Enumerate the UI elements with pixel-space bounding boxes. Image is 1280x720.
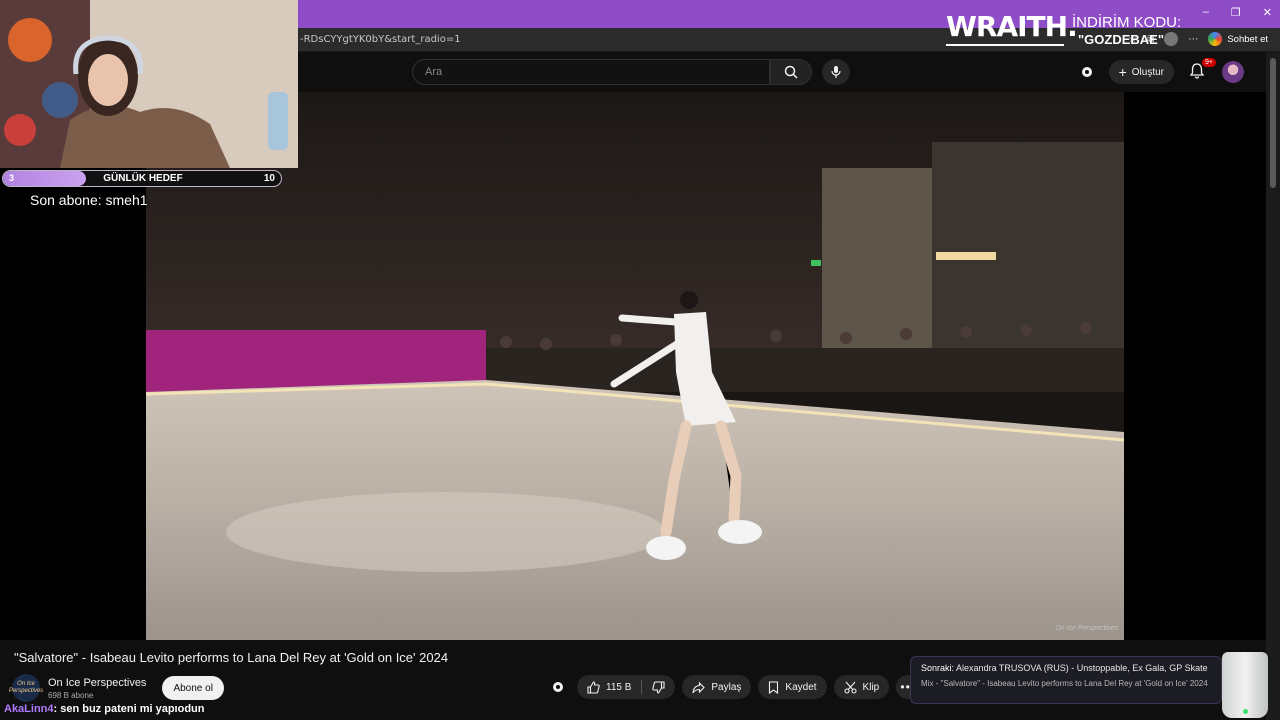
- cup-overlay-image: [1222, 652, 1268, 718]
- promo-code-label: İNDİRİM KODU:: [1072, 14, 1182, 31]
- promo-code: "GOZDEBAE": [1078, 32, 1164, 47]
- thumbs-down-icon: [652, 680, 665, 694]
- cup-indicator-light: [1243, 709, 1248, 714]
- channel-avatar[interactable]: On Ice Perspectives: [9, 674, 43, 702]
- channel-subscriber-count: 698 B abone: [48, 690, 94, 700]
- scrollbar-thumb[interactable]: [1270, 58, 1276, 188]
- search-icon: [784, 65, 798, 79]
- up-next-title-line: Sonraki: Alexandra TRUSOVA (RUS) - Unsto…: [921, 663, 1211, 673]
- video-actions: 115 B Paylaş Kaydet Klip •••: [546, 675, 921, 699]
- daily-goal-bar: 3 GÜNLÜK HEDEF 10: [2, 170, 282, 187]
- up-next-label: Sonraki:: [921, 663, 955, 673]
- save-button[interactable]: Kaydet: [758, 675, 827, 699]
- close-window-button[interactable]: ✕: [1263, 6, 1272, 19]
- account-avatar[interactable]: [1222, 61, 1244, 83]
- clip-label: Klip: [862, 681, 880, 693]
- video-title: "Salvatore" - Isabeau Levito performs to…: [14, 650, 449, 665]
- video-watermark: On Ice Perspectives: [1055, 625, 1118, 632]
- share-button[interactable]: Paylaş: [682, 675, 752, 699]
- webcam-overlay: [0, 0, 298, 168]
- bookmark-icon: [769, 680, 779, 694]
- search-button[interactable]: [770, 59, 812, 85]
- daily-goal-target: 10: [263, 173, 275, 184]
- share-icon: [692, 681, 706, 693]
- channel-name[interactable]: On Ice Perspectives: [48, 677, 146, 689]
- up-next-playlist: Mix - "Salvatore" - Isabeau Levito perfo…: [921, 679, 1208, 688]
- sponsor-promo: WRAITH. İNDİRİM KODU: "GOZDEBAE": [946, 10, 1246, 50]
- search-placeholder: Ara: [425, 66, 443, 78]
- header-actions: + Oluştur 9+: [1079, 58, 1244, 84]
- notification-badge: 9+: [1202, 58, 1216, 67]
- chat-username: AkaLinn4: [4, 703, 54, 715]
- page-scrollbar[interactable]: [1266, 52, 1280, 720]
- chat-text: : sen buz pateni mi yapıodun: [53, 703, 205, 715]
- video-frame[interactable]: On Ice Perspectives: [146, 92, 1124, 640]
- scissors-icon: [843, 681, 857, 694]
- like-button[interactable]: 115 B: [577, 675, 641, 699]
- share-label: Paylaş: [711, 681, 742, 693]
- sponsor-underline: [946, 44, 1064, 46]
- sponsor-logo: WRAITH.: [946, 10, 1078, 43]
- create-button[interactable]: + Oluştur: [1108, 60, 1174, 84]
- subscribe-button[interactable]: Abone ol: [162, 676, 224, 700]
- chat-message: AkaLinn4: sen buz pateni mi yapıodun: [4, 703, 204, 715]
- search-input[interactable]: Ara: [412, 59, 770, 85]
- up-next-card[interactable]: Sonraki: Alexandra TRUSOVA (RUS) - Unsto…: [910, 656, 1222, 704]
- microphone-icon: [831, 66, 841, 78]
- streamer-webcam-image: [0, 0, 298, 168]
- daily-goal-label: GÜNLÜK HEDEF: [103, 173, 183, 184]
- notifications-button[interactable]: 9+: [1188, 58, 1216, 82]
- gear-button[interactable]: [546, 675, 570, 699]
- video-scene-image: [146, 92, 1124, 640]
- save-label: Kaydet: [785, 681, 817, 693]
- gear-icon[interactable]: [1079, 64, 1095, 80]
- last-subscriber-text: Son abone: smeh1: [30, 192, 148, 208]
- voice-search-button[interactable]: [822, 59, 850, 85]
- channel-info: On Ice Perspectives On Ice Perspectives …: [9, 674, 224, 702]
- plus-icon: +: [1118, 64, 1127, 80]
- like-count: 115 B: [606, 681, 632, 693]
- gear-icon: [553, 682, 563, 692]
- url-text[interactable]: -RDsCYYgtYK0bY&start_radio=1: [300, 34, 461, 45]
- like-dislike-group: 115 B: [577, 675, 676, 699]
- thumbs-up-icon: [587, 680, 600, 694]
- up-next-title: Alexandra TRUSOVA (RUS) - Unstoppable, E…: [956, 663, 1211, 673]
- dislike-button[interactable]: [642, 675, 675, 699]
- clip-button[interactable]: Klip: [833, 675, 890, 699]
- channel-text: On Ice Perspectives 698 B abone: [48, 677, 146, 700]
- create-label: Oluştur: [1131, 66, 1164, 78]
